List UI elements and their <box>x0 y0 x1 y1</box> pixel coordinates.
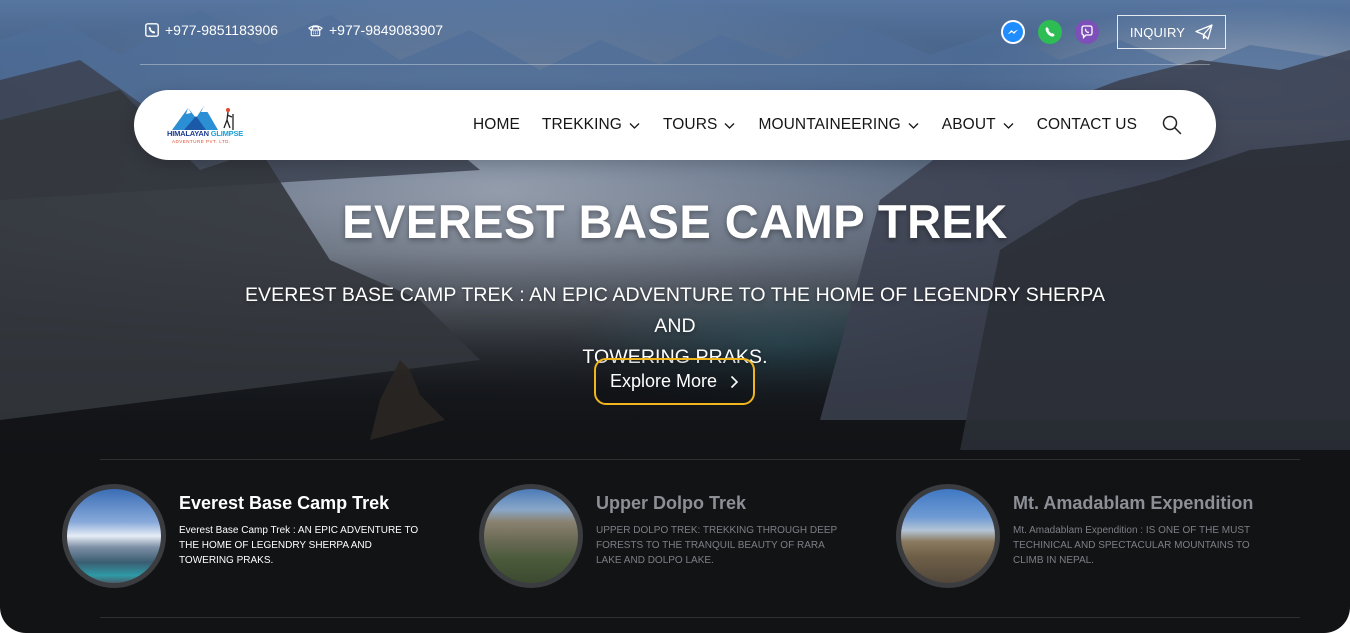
trek-card-description: Mt. Amadablam Expendition : IS ONE OF TH… <box>1013 525 1250 566</box>
hero-section: +977-9851183906 +977-9849083907 INQUIRY <box>0 0 1350 633</box>
search-icon[interactable] <box>1161 114 1183 136</box>
phone-number-1: +977-9851183906 <box>165 22 279 38</box>
phone-contact-2[interactable]: +977-9849083907 <box>308 22 443 38</box>
logo-tagline: ADVENTURE PVT. LTD. <box>172 139 231 144</box>
trek-card-title: Upper Dolpo Trek <box>596 493 747 513</box>
trek-card-everest[interactable]: Everest Base Camp Trek Everest Base Camp… <box>62 484 442 590</box>
nav-item-trekking[interactable]: TREKKING <box>542 116 641 134</box>
inquiry-label: INQUIRY <box>1129 24 1186 40</box>
nav-item-about[interactable]: ABOUT <box>942 116 1015 134</box>
nav-item-mountaineering[interactable]: MOUNTAINEERING <box>758 116 919 134</box>
trek-card-amadablam[interactable]: Mt. Amadablam Expendition Mt. Amadablam … <box>896 484 1296 590</box>
nav-item-home[interactable]: HOME <box>473 116 520 134</box>
trek-card-title: Everest Base Camp Trek <box>179 493 390 513</box>
cards-divider-top <box>100 459 1300 460</box>
nav-label: HOME <box>473 116 520 133</box>
chevron-down-icon <box>724 122 735 129</box>
trek-thumbnail <box>479 484 583 588</box>
chevron-down-icon <box>1003 122 1014 129</box>
company-logo[interactable]: HIMALAYAN GLIMPSE ADVENTURE PVT. LTD. <box>166 102 243 148</box>
trek-card-upper-dolpo[interactable]: Upper Dolpo Trek UPPER DOLPO TREK: TREKK… <box>479 484 859 590</box>
telephone-icon <box>308 23 323 38</box>
logo-wordmark: HIMALAYAN GLIMPSE <box>167 129 243 138</box>
explore-more-button[interactable]: Explore More <box>594 358 755 405</box>
phone-contact-1[interactable]: +977-9851183906 <box>144 22 278 38</box>
messenger-icon[interactable] <box>1001 20 1025 44</box>
nav-label: TOURS <box>662 116 718 133</box>
logo-word-2: GLIMPSE <box>210 129 244 138</box>
cards-divider-bottom <box>100 617 1300 618</box>
chevron-right-icon <box>730 375 739 388</box>
phone-square-icon <box>144 23 159 38</box>
phone-number-2: +977-9849083907 <box>329 22 444 38</box>
nav-item-contact-us[interactable]: CONTACT US <box>1037 116 1137 134</box>
nav-item-tours[interactable]: TOURS <box>663 116 736 134</box>
main-menu: HOME TREKKING TOURS MOUNTAINEERING ABOUT… <box>473 90 1161 160</box>
trek-card-description: UPPER DOLPO TREK: TREKKING THROUGH DEEP … <box>596 525 837 566</box>
chevron-down-icon <box>629 122 640 129</box>
whatsapp-icon[interactable] <box>1038 20 1062 44</box>
chevron-down-icon <box>908 122 919 129</box>
viber-icon[interactable] <box>1075 20 1099 44</box>
logo-word-1: HIMALAYAN <box>167 129 209 138</box>
main-navbar: HIMALAYAN GLIMPSE ADVENTURE PVT. LTD. HO… <box>134 90 1216 160</box>
explore-more-label: Explore More <box>609 371 718 391</box>
nav-label: CONTACT US <box>1036 116 1138 133</box>
nav-label: ABOUT <box>941 116 996 133</box>
topbar-divider <box>140 64 1210 65</box>
trek-card-title: Mt. Amadablam Expendition <box>1013 493 1254 513</box>
nav-label: MOUNTAINEERING <box>758 116 901 133</box>
mountain-logo-icon <box>172 106 234 130</box>
trek-thumbnail <box>896 484 1000 588</box>
trek-thumbnail <box>62 484 166 588</box>
hero-title: EVEREST BASE CAMP TREK <box>342 195 1008 248</box>
send-icon <box>1195 24 1213 40</box>
top-contact-bar: +977-9851183906 +977-9849083907 INQUIRY <box>0 0 1350 64</box>
nav-label: TREKKING <box>541 116 622 133</box>
trek-card-description: Everest Base Camp Trek : AN EPIC ADVENTU… <box>179 525 419 566</box>
inquiry-button[interactable]: INQUIRY <box>1117 15 1226 49</box>
hero-subtitle-line-1: EVEREST BASE CAMP TREK : AN EPIC ADVENTU… <box>244 284 1106 337</box>
